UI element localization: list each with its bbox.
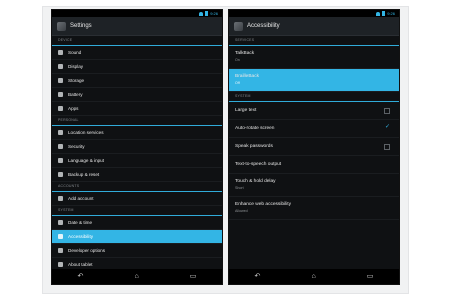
add-icon — [58, 196, 63, 201]
settings-item-security[interactable]: Security — [52, 140, 222, 154]
section-header-accounts: ACCOUNTS — [52, 182, 222, 192]
settings-item-storage[interactable]: Storage — [52, 74, 222, 88]
auto-rotate-label: Auto-rotate screen — [235, 126, 275, 131]
status-time: 9:26 — [210, 11, 218, 16]
action-bar: Accessibility — [229, 17, 399, 36]
touch-hold-item[interactable]: Touch & hold delay Short — [229, 174, 399, 197]
settings-item-battery[interactable]: Battery — [52, 88, 222, 102]
auto-rotate-item[interactable]: Auto-rotate screen ✓ — [229, 120, 399, 138]
settings-item-add-account[interactable]: Add account — [52, 192, 222, 206]
language-icon — [58, 158, 63, 163]
hand-icon — [58, 234, 63, 239]
home-icon[interactable]: ⌂ — [134, 269, 138, 284]
settings-item-accessibility[interactable]: Accessibility — [52, 230, 222, 244]
navigation-bar: ↶ ⌂ ▭ — [229, 269, 399, 284]
brailleback-status: Off — [235, 81, 240, 85]
display-icon — [58, 64, 63, 69]
settings-list: DEVICE Sound Display Storage Battery App… — [52, 36, 222, 272]
recent-apps-icon[interactable]: ▭ — [190, 269, 197, 284]
section-header-personal: PERSONAL — [52, 116, 222, 126]
settings-item-date-time[interactable]: Date & time — [52, 216, 222, 230]
enhance-web-item[interactable]: Enhance web accessibility Allowed — [229, 197, 399, 220]
settings-screen: 9:26 Settings DEVICE Sound Display Stora… — [52, 10, 222, 284]
apps-icon — [58, 106, 63, 111]
settings-icon[interactable] — [234, 21, 243, 31]
accessibility-list: SERVICES TalkBack On BrailleBack Off SYS… — [229, 36, 399, 220]
talkback-item[interactable]: TalkBack On — [229, 46, 399, 69]
accessibility-screen: 9:26 Accessibility SERVICES TalkBack On … — [229, 10, 399, 284]
settings-item-developer[interactable]: Developer options — [52, 244, 222, 258]
brailleback-label: BrailleBack — [235, 74, 259, 79]
wifi-icon — [376, 11, 381, 16]
lock-icon — [58, 144, 63, 149]
large-text-item[interactable]: Large text — [229, 102, 399, 120]
backup-icon — [58, 172, 63, 177]
section-header-services: SERVICES — [229, 36, 399, 46]
large-text-label: Large text — [235, 108, 257, 113]
storage-icon — [58, 78, 63, 83]
settings-icon[interactable] — [57, 21, 66, 31]
large-text-checkbox[interactable] — [384, 108, 390, 114]
settings-item-apps[interactable]: Apps — [52, 102, 222, 116]
tts-output-label: Text-to-speech output — [235, 162, 282, 167]
clock-icon — [58, 220, 63, 225]
section-header-system: SYSTEM — [229, 92, 399, 102]
home-icon[interactable]: ⌂ — [311, 269, 315, 284]
speak-passwords-label: Speak passwords — [235, 144, 273, 149]
brailleback-item[interactable]: BrailleBack Off — [229, 69, 399, 92]
back-icon[interactable]: ↶ — [78, 269, 84, 284]
tts-output-item[interactable]: Text-to-speech output — [229, 156, 399, 174]
status-time: 9:26 — [387, 11, 395, 16]
settings-item-backup[interactable]: Backup & reset — [52, 168, 222, 182]
page-title: Accessibility — [247, 23, 280, 29]
sound-icon — [58, 50, 63, 55]
speak-passwords-item[interactable]: Speak passwords — [229, 138, 399, 156]
navigation-bar: ↶ ⌂ ▭ — [52, 269, 222, 284]
location-icon — [58, 130, 63, 135]
battery-icon — [382, 11, 386, 16]
enhance-web-value: Allowed — [235, 209, 248, 213]
battery-icon — [205, 11, 209, 16]
talkback-status: On — [235, 58, 240, 62]
status-bar: 9:26 — [229, 10, 399, 17]
info-icon — [58, 262, 63, 267]
touch-hold-value: Short — [235, 186, 244, 190]
braces-icon — [58, 248, 63, 253]
auto-rotate-checkbox[interactable]: ✓ — [385, 123, 390, 130]
back-icon[interactable]: ↶ — [255, 269, 261, 284]
talkback-label: TalkBack — [235, 51, 255, 56]
settings-item-display[interactable]: Display — [52, 60, 222, 74]
battery-icon — [58, 92, 63, 97]
settings-item-location[interactable]: Location services — [52, 126, 222, 140]
settings-item-sound[interactable]: Sound — [52, 46, 222, 60]
touch-hold-label: Touch & hold delay — [235, 179, 276, 184]
settings-item-language[interactable]: Language & input — [52, 154, 222, 168]
page-title: Settings — [70, 23, 92, 29]
enhance-web-label: Enhance web accessibility — [235, 202, 291, 207]
status-bar: 9:26 — [52, 10, 222, 17]
recent-apps-icon[interactable]: ▭ — [367, 269, 374, 284]
speak-passwords-checkbox[interactable] — [384, 144, 390, 150]
wifi-icon — [199, 11, 204, 16]
section-header-system: SYSTEM — [52, 206, 222, 216]
section-header-device: DEVICE — [52, 36, 222, 46]
action-bar: Settings — [52, 17, 222, 36]
